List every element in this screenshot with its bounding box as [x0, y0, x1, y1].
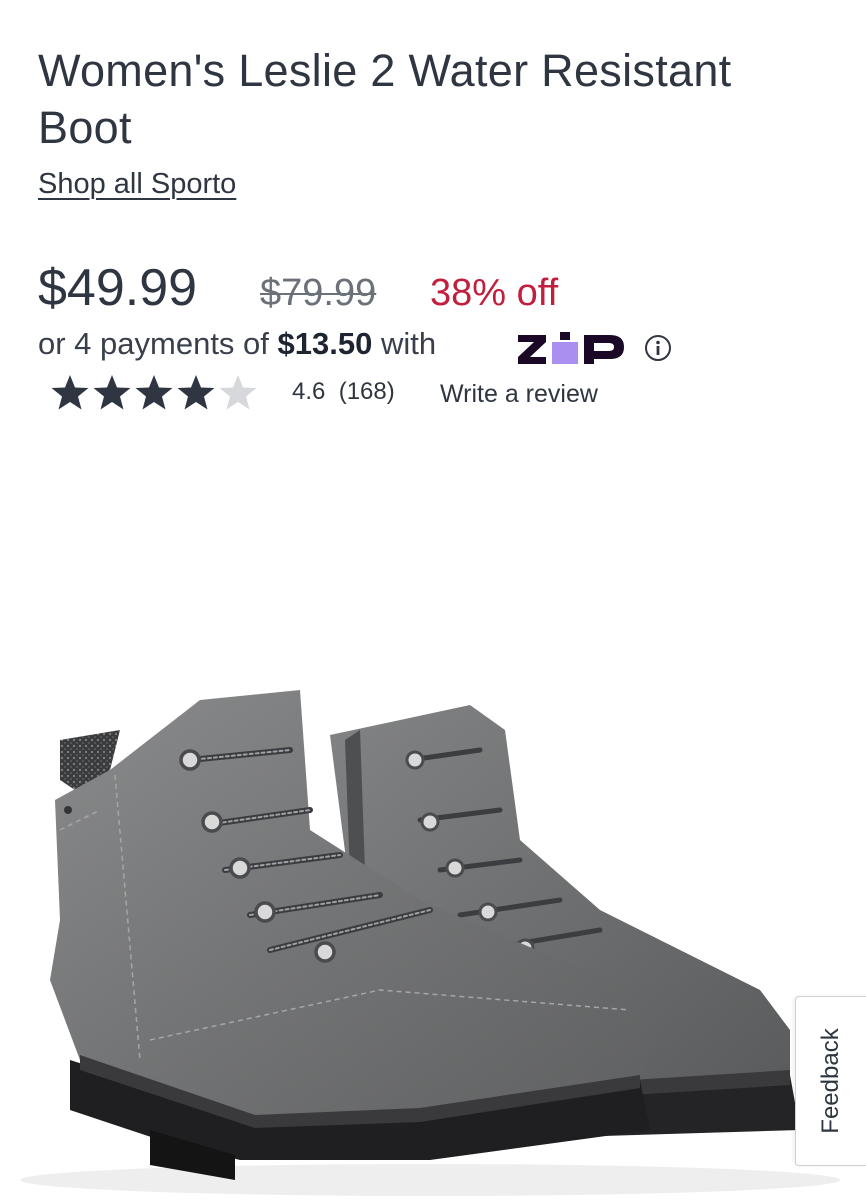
rating-row: 4.6 (168) Write a review	[50, 370, 650, 414]
discount-badge: 38% off	[430, 272, 559, 314]
product-title: Women's Leslie 2 Water Resistant Boot	[38, 45, 732, 153]
current-price: $49.99	[38, 259, 198, 317]
installment-suffix: with	[372, 326, 437, 361]
installment-info: or 4 payments of $13.50 with	[38, 326, 671, 370]
star-icon	[135, 375, 173, 410]
feedback-tab[interactable]: Feedback	[795, 996, 866, 1166]
zip-logo	[518, 332, 624, 364]
original-price: $79.99	[260, 272, 377, 314]
rating-score: 4.6	[292, 378, 326, 405]
review-count: (168)	[338, 378, 395, 405]
partial-star-icon	[219, 375, 257, 410]
product-image	[20, 690, 840, 1196]
star-icon	[93, 375, 131, 410]
info-icon[interactable]	[644, 334, 672, 362]
star-icon	[177, 375, 215, 410]
installment-prefix: or 4 payments of	[38, 326, 278, 361]
rating-summary: 4.6 (168)	[292, 378, 395, 406]
installment-amount: $13.50	[277, 326, 373, 361]
shop-brand-link[interactable]: Shop all Sporto	[38, 168, 236, 201]
star-icon	[51, 375, 89, 410]
write-review-link[interactable]: Write a review	[440, 380, 598, 409]
star-rating	[51, 375, 257, 410]
feedback-label: Feedback	[817, 1028, 844, 1134]
